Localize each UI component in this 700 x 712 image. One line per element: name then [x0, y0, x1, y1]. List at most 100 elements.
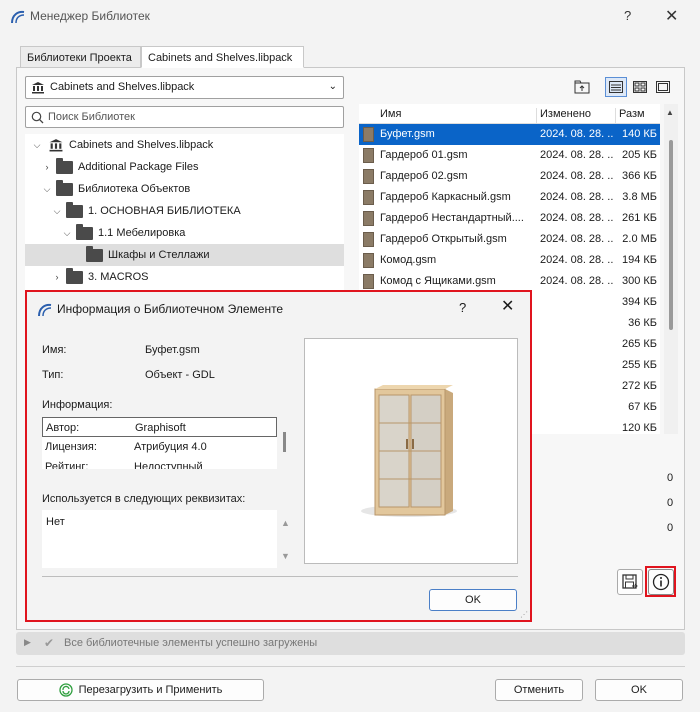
search-placeholder: Поиск Библиотек — [48, 111, 135, 123]
file-row[interactable]: Комод с Ящиками.gsm 2024. 08. 28. ... 300 … — [359, 271, 660, 292]
file-name: Гардероб Нестандартный.... — [380, 212, 524, 224]
scroll-up-arrow-icon[interactable]: ▲ — [281, 518, 290, 528]
column-header-modified[interactable]: Изменено — [540, 108, 591, 120]
scrollbar-thumb[interactable] — [669, 140, 673, 330]
column-header-name[interactable]: Имя — [380, 108, 401, 120]
file-row[interactable]: Гардероб Открытый.gsm 2024. 08. 28. ... 2.… — [359, 229, 660, 250]
file-row[interactable]: Гардероб 01.gsm 2024. 08. 28. ... 205 КБ — [359, 145, 660, 166]
reload-apply-label: Перезагрузить и Применить — [78, 684, 223, 696]
file-size: 36 КБ — [628, 317, 657, 329]
status-bar[interactable]: ▶ ✔ Все библиотечные элементы успешно за… — [16, 632, 685, 655]
property-row[interactable]: Автор: Graphisoft — [42, 417, 277, 437]
help-button[interactable]: ? — [624, 8, 631, 23]
app-logo-icon — [38, 303, 52, 317]
window-title: Менеджер Библиотек — [30, 9, 150, 23]
file-name: Гардероб Открытый.gsm — [380, 233, 507, 245]
save-element-button[interactable] — [617, 569, 643, 595]
name-label: Имя: — [42, 344, 67, 356]
close-button[interactable]: ✕ — [665, 6, 678, 26]
property-row[interactable]: Рейтинг: Недоступный — [42, 457, 277, 469]
reload-apply-button[interactable]: Перезагрузить и Применить — [17, 679, 264, 701]
file-row[interactable]: Гардероб Нестандартный.... 2024. 08. 28. … — [359, 208, 660, 229]
file-list-scrollbar[interactable]: ▲ — [664, 104, 678, 434]
file-size: 120 КБ — [621, 422, 657, 434]
property-key: Автор: — [46, 422, 80, 434]
go-up-folder-button[interactable] — [571, 77, 593, 97]
file-modified: 2024. 08. 28. ... — [540, 233, 614, 245]
list-view-button[interactable] — [605, 77, 627, 97]
large-icons-view-button[interactable] — [652, 77, 674, 97]
tab-project-libraries[interactable]: Библиотеки Проекта — [20, 46, 141, 68]
file-size: 265 КБ — [621, 338, 657, 350]
search-icon — [31, 111, 44, 124]
large-icons-view-icon — [656, 81, 670, 93]
tree-item-label: 1.1 Мебелировка — [98, 227, 186, 239]
properties-list[interactable]: Автор: Graphisoft Лицензия: Атрибуция 4.… — [42, 417, 277, 469]
tree-item-furnishing[interactable]: ⌵ 1.1 Мебелировка — [25, 222, 344, 244]
tree-item-object-library[interactable]: ⌵ Библиотека Объектов — [25, 178, 344, 200]
file-size: 205 КБ — [621, 149, 657, 161]
divider — [42, 576, 518, 577]
file-name: Гардероб 01.gsm — [380, 149, 468, 161]
tree-item-label: 3. MACROS — [88, 271, 149, 283]
file-row[interactable]: Буфет.gsm 2024. 08. 28. ... 140 КБ — [359, 124, 660, 145]
file-size: 194 КБ — [621, 254, 657, 266]
expand-caret-icon[interactable]: ⌵ — [62, 228, 72, 239]
tree-item-cabinets[interactable]: Шкафы и Стеллажи — [25, 244, 344, 266]
collapse-caret-icon[interactable]: › — [52, 272, 62, 282]
resize-grip-icon[interactable]: ⋰ — [520, 610, 528, 619]
ok-button[interactable]: OK — [595, 679, 683, 701]
file-thumbnail-icon — [363, 211, 374, 226]
column-header-size[interactable]: Разм — [619, 108, 645, 120]
file-name: Буфет.gsm — [380, 128, 435, 140]
file-row[interactable]: Гардероб Каркасный.gsm 2024. 08. 28. ... 3… — [359, 187, 660, 208]
file-row[interactable]: Гардероб 02.gsm 2024. 08. 28. ... 366 КБ — [359, 166, 660, 187]
properties-scrollbar-thumb[interactable] — [283, 432, 286, 452]
scroll-up-arrow-icon[interactable]: ▲ — [666, 108, 674, 117]
folder-icon — [56, 157, 73, 174]
library-select[interactable]: Cabinets and Shelves.libpack ⌄ — [25, 76, 344, 99]
collapse-caret-icon[interactable]: › — [42, 162, 52, 172]
tree-item-additional-files[interactable]: › Additional Package Files — [25, 156, 344, 178]
dialog-help-button[interactable]: ? — [459, 300, 466, 315]
library-tree[interactable]: ⌵ Cabinets and Shelves.libpack › Additio… — [25, 134, 344, 292]
grid-view-button[interactable] — [629, 77, 651, 97]
dialog-close-button[interactable]: ✕ — [501, 296, 514, 316]
expand-caret-icon[interactable]: ⌵ — [32, 140, 42, 151]
file-name: Гардероб Каркасный.gsm — [380, 191, 511, 203]
file-size: 2.0 МБ — [622, 233, 657, 245]
folder-up-icon — [574, 80, 590, 94]
tree-item-label: Шкафы и Стеллажи — [108, 249, 210, 261]
status-text: Все библиотечные элементы успешно загруж… — [64, 637, 318, 649]
expand-caret-icon[interactable]: ⌵ — [52, 206, 62, 217]
tree-item-label: Additional Package Files — [78, 161, 199, 173]
dialog-ok-button[interactable]: OK — [429, 589, 517, 611]
scroll-down-arrow-icon[interactable]: ▼ — [281, 551, 290, 561]
folder-icon — [86, 245, 103, 262]
folder-icon — [66, 267, 83, 284]
tree-item-macros[interactable]: › 3. MACROS — [25, 266, 344, 288]
library-search-input[interactable]: Поиск Библиотек — [25, 106, 344, 128]
tree-item-main-library[interactable]: ⌵ 1. ОСНОВНАЯ БИБЛИОТЕКА — [25, 200, 344, 222]
save-icon — [622, 574, 638, 589]
used-in-list[interactable]: Нет — [42, 510, 277, 568]
expand-arrow-icon[interactable]: ▶ — [24, 637, 31, 648]
file-size: 366 КБ — [621, 170, 657, 182]
tab-libpack[interactable]: Cabinets and Shelves.libpack — [141, 46, 304, 68]
file-thumbnail-icon — [363, 148, 374, 163]
file-name: Гардероб 02.gsm — [380, 170, 468, 182]
element-info-dialog[interactable]: Информация о Библиотечном Элементе ? ✕ И… — [25, 290, 532, 622]
tree-item-library[interactable]: ⌵ Cabinets and Shelves.libpack — [25, 134, 344, 156]
expand-caret-icon[interactable]: ⌵ — [42, 184, 52, 195]
cancel-button[interactable]: Отменить — [495, 679, 583, 701]
dialog-title: Информация о Библиотечном Элементе — [57, 302, 284, 316]
file-thumbnail-icon — [363, 274, 374, 289]
element-info-button[interactable] — [648, 569, 674, 595]
file-thumbnail-icon — [363, 127, 374, 142]
property-row[interactable]: Лицензия: Атрибуция 4.0 — [42, 437, 277, 457]
info-icon — [652, 573, 670, 591]
library-select-value: Cabinets and Shelves.libpack — [50, 81, 195, 93]
file-row[interactable]: Комод.gsm 2024. 08. 28. ... 194 КБ — [359, 250, 660, 271]
type-value: Объект - GDL — [145, 369, 215, 381]
element-preview — [304, 338, 518, 564]
